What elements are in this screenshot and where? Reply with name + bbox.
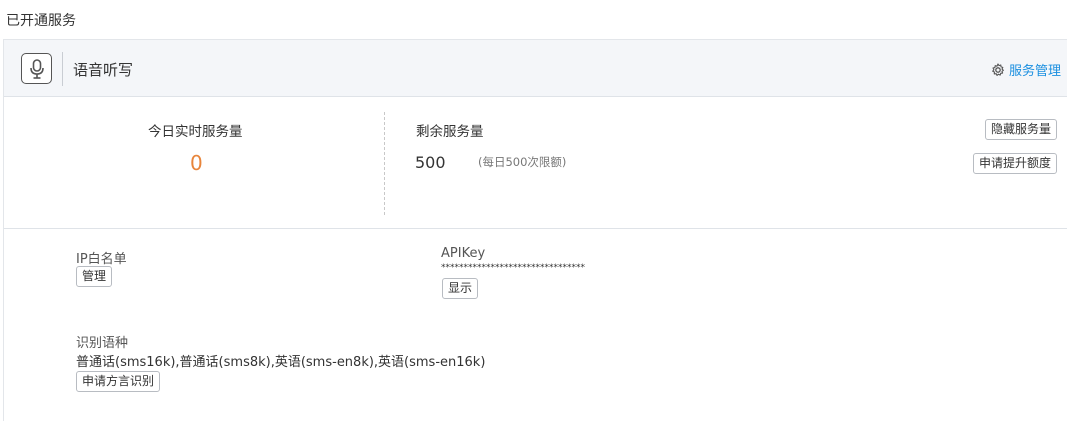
languages-list: 普通话(sms16k),普通话(sms8k),英语(sms-en8k),英语(s… — [76, 355, 486, 370]
microphone-icon — [21, 53, 52, 84]
service-card-header: 语音听写 服务管理 — [4, 40, 1067, 97]
apikey-label: APIKey — [441, 246, 486, 261]
header-divider — [62, 52, 63, 86]
apikey-masked-value: ******************************** — [441, 263, 585, 273]
stats-divider — [384, 112, 385, 215]
remaining-usage-label: 剩余服务量 — [416, 124, 484, 140]
apikey-show-button[interactable]: 显示 — [442, 278, 479, 299]
hide-usage-button[interactable]: 隐藏服务量 — [984, 119, 1057, 140]
dialect-request-button[interactable]: 申请方言识别 — [76, 371, 161, 392]
page-title: 已开通服务 — [6, 13, 76, 29]
service-manage-link[interactable]: 服务管理 — [991, 60, 1061, 79]
service-name: 语音听写 — [73, 61, 134, 79]
daily-limit-note: (每日500次限额) — [478, 155, 567, 169]
languages-label: 识别语种 — [76, 336, 129, 351]
ip-whitelist-label: IP白名单 — [76, 252, 127, 267]
today-usage-label: 今日实时服务量 — [148, 124, 243, 140]
today-usage-value: 0 — [190, 151, 203, 175]
usage-stats: 今日实时服务量 0 剩余服务量 500 (每日500次限额) 隐藏服务量 申请提… — [4, 98, 1067, 229]
remaining-usage-value: 500 — [415, 153, 446, 172]
ip-whitelist-manage-button[interactable]: 管理 — [76, 266, 113, 287]
service-card: 语音听写 服务管理 今日实时服务量 0 剩余服务量 500 (每日500次限额)… — [3, 39, 1067, 421]
raise-quota-button[interactable]: 申请提升额度 — [972, 153, 1057, 174]
gear-icon — [991, 62, 1005, 77]
service-manage-label: 服务管理 — [1008, 64, 1061, 79]
